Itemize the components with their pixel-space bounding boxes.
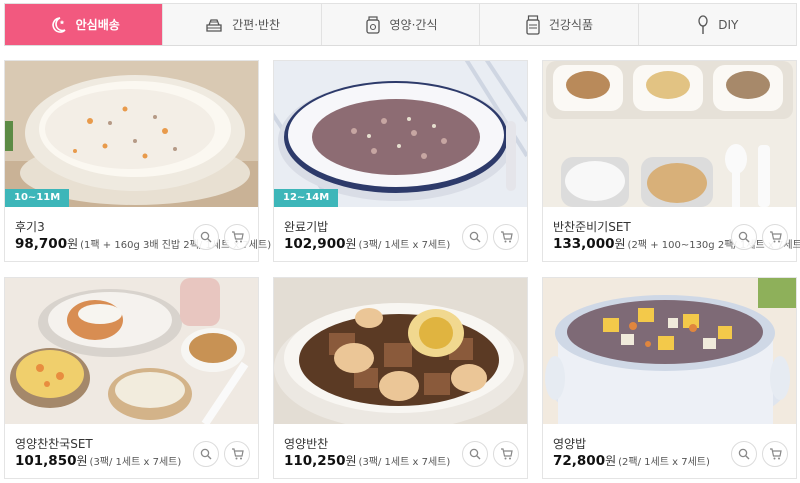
tab-easy-side-dish[interactable]: 간편·반찬 xyxy=(163,4,322,45)
product-card[interactable]: 영양찬찬국SET 101,850원 (3팩/ 1세트 x 7세트) xyxy=(4,277,259,479)
currency-label: 원 xyxy=(67,237,79,251)
product-detail: (3팩/ 1세트 x 7세트) xyxy=(89,457,182,468)
add-to-cart-button[interactable] xyxy=(762,441,788,467)
product-price: 133,000 xyxy=(553,236,615,252)
product-card[interactable]: 10~11M 후기3 98,700원 (1팩 + 160g 3배 진밥 2팩/ 1… xyxy=(4,60,271,262)
product-card[interactable]: 영양밥 72,800원 (2팩/ 1세트 x 7세트) xyxy=(542,277,797,479)
product-name[interactable]: 후기3 xyxy=(15,218,45,235)
age-badge: 12~14M xyxy=(274,189,339,207)
cart-icon xyxy=(231,231,244,243)
currency-label: 원 xyxy=(605,454,617,468)
product-price: 101,850 xyxy=(15,453,77,469)
add-to-cart-button[interactable] xyxy=(762,224,788,250)
product-price: 110,250 xyxy=(284,453,346,469)
search-icon xyxy=(469,231,481,243)
product-name[interactable]: 반찬준비기SET xyxy=(553,218,631,235)
product-detail: (3팩/ 1세트 x 7세트) xyxy=(358,240,451,251)
quick-view-button[interactable] xyxy=(193,441,219,467)
tab-diy[interactable]: DIY xyxy=(639,4,796,45)
product-price: 72,800 xyxy=(553,453,606,469)
category-tab-bar: 안심배송 간편·반찬 영양·간식 건강식품 DIY xyxy=(4,3,797,46)
spoon-icon xyxy=(698,14,708,34)
product-image[interactable] xyxy=(5,278,258,424)
cart-icon xyxy=(231,448,244,460)
product-card[interactable]: 12~14M 완료기밥 102,900원 (3팩/ 1세트 x 7세트) xyxy=(273,60,528,262)
product-name[interactable]: 영양밥 xyxy=(553,435,586,452)
product-card[interactable]: 영양반찬 110,250원 (3팩/ 1세트 x 7세트) xyxy=(273,277,528,479)
tab-health-food[interactable]: 건강식품 xyxy=(480,4,639,45)
age-badge: 10~11M xyxy=(5,189,70,207)
tab-safe-delivery[interactable]: 안심배송 xyxy=(5,4,164,45)
product-price-line: 110,250원 (3팩/ 1세트 x 7세트) xyxy=(284,452,450,469)
cart-icon xyxy=(769,231,782,243)
search-icon xyxy=(738,448,750,460)
quick-view-button[interactable] xyxy=(462,441,488,467)
add-to-cart-button[interactable] xyxy=(224,441,250,467)
search-icon xyxy=(200,231,212,243)
product-actions xyxy=(731,224,788,250)
product-name[interactable]: 완료기밥 xyxy=(284,218,328,235)
product-image[interactable] xyxy=(543,278,796,424)
tab-label: 영양·간식 xyxy=(389,18,438,32)
search-icon xyxy=(738,231,750,243)
moon-star-icon xyxy=(51,16,66,33)
tab-nutrition-snack[interactable]: 영양·간식 xyxy=(322,4,481,45)
product-price: 102,900 xyxy=(284,236,346,252)
product-image[interactable]: 12~14M xyxy=(274,61,527,207)
product-image[interactable] xyxy=(543,61,796,207)
cart-icon xyxy=(769,448,782,460)
product-actions xyxy=(462,224,519,250)
quick-view-button[interactable] xyxy=(193,224,219,250)
product-price-line: 72,800원 (2팩/ 1세트 x 7세트) xyxy=(553,452,710,469)
product-actions xyxy=(193,441,250,467)
supplement-bottle-icon xyxy=(526,14,540,35)
tab-label: 건강식품 xyxy=(548,18,593,32)
search-icon xyxy=(469,448,481,460)
product-name[interactable]: 영양반찬 xyxy=(284,435,328,452)
cart-icon xyxy=(500,448,513,460)
cart-icon xyxy=(500,231,513,243)
add-to-cart-button[interactable] xyxy=(493,224,519,250)
tab-label: DIY xyxy=(718,17,739,32)
product-price-line: 102,900원 (3팩/ 1세트 x 7세트) xyxy=(284,235,450,252)
currency-label: 원 xyxy=(345,454,357,468)
product-actions xyxy=(462,441,519,467)
product-name[interactable]: 영양찬찬국SET xyxy=(15,435,93,452)
product-price: 98,700 xyxy=(15,236,68,252)
add-to-cart-button[interactable] xyxy=(493,441,519,467)
currency-label: 원 xyxy=(614,237,626,251)
tab-label: 간편·반찬 xyxy=(232,18,281,32)
product-actions xyxy=(193,224,250,250)
add-to-cart-button[interactable] xyxy=(224,224,250,250)
currency-label: 원 xyxy=(345,237,357,251)
quick-view-button[interactable] xyxy=(731,224,757,250)
currency-label: 원 xyxy=(76,454,88,468)
product-image[interactable]: 10~11M xyxy=(5,61,258,207)
jar-icon xyxy=(365,15,380,34)
product-image[interactable] xyxy=(274,278,527,424)
search-icon xyxy=(200,448,212,460)
product-card[interactable]: 반찬준비기SET 133,000원 (2팩 + 100~130g 2팩/ 1세트 … xyxy=(542,60,800,262)
product-detail: (3팩/ 1세트 x 7세트) xyxy=(358,457,451,468)
quick-view-button[interactable] xyxy=(731,441,757,467)
product-price-line: 101,850원 (3팩/ 1세트 x 7세트) xyxy=(15,452,181,469)
bento-icon xyxy=(206,18,222,32)
product-detail: (2팩/ 1세트 x 7세트) xyxy=(618,457,710,468)
product-actions xyxy=(731,441,788,467)
tab-label: 안심배송 xyxy=(75,18,120,32)
quick-view-button[interactable] xyxy=(462,224,488,250)
